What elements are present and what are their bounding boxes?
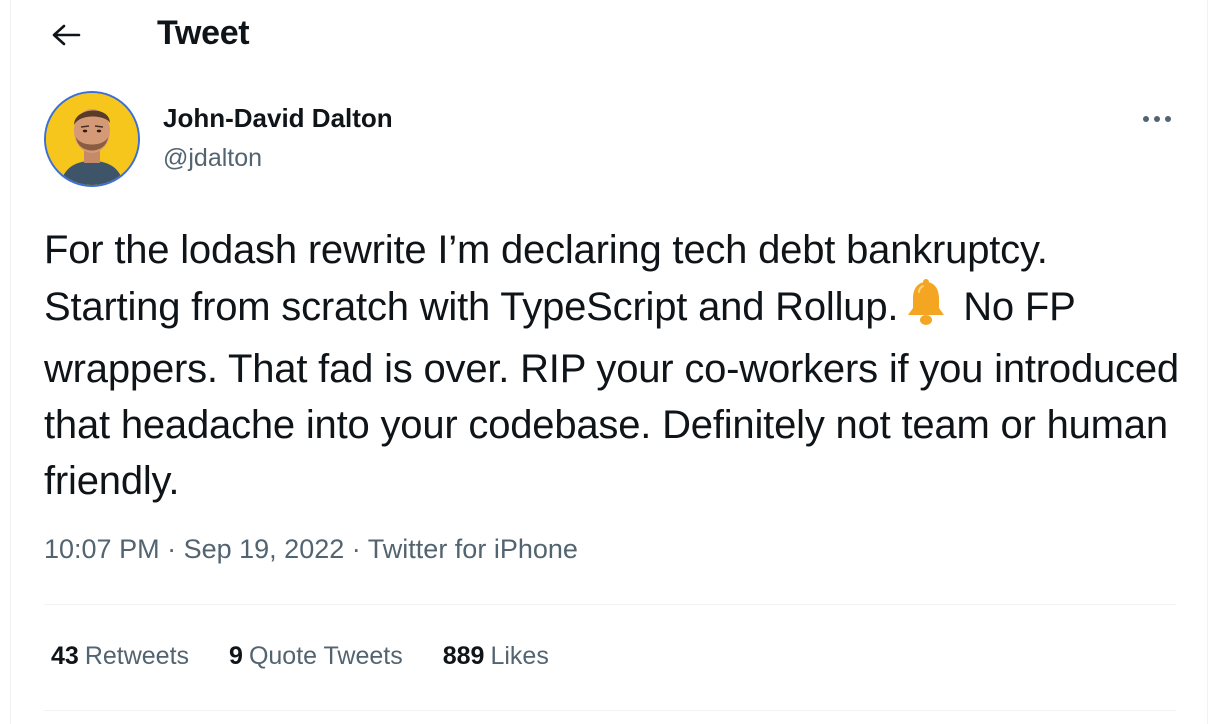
- arrow-left-icon: [52, 24, 81, 46]
- page-header: Tweet: [11, 0, 1207, 70]
- tweet-text-part-1: For the lodash rewrite I’m declaring tec…: [44, 228, 1048, 329]
- author-name[interactable]: John-David Dalton: [163, 103, 393, 134]
- avatar[interactable]: [44, 91, 140, 187]
- meta-separator: ·: [351, 534, 361, 564]
- page-title: Tweet: [157, 14, 250, 52]
- quote-tweets-stat[interactable]: 9 Quote Tweets: [229, 642, 403, 671]
- tweet-text: For the lodash rewrite I’m declaring tec…: [44, 222, 1184, 509]
- avatar-image: [46, 93, 138, 185]
- likes-stat[interactable]: 889 Likes: [443, 642, 549, 671]
- quote-tweets-label: Quote Tweets: [248, 642, 403, 670]
- retweets-count: 43: [51, 642, 79, 670]
- likes-count: 889: [442, 642, 485, 670]
- likes-label: Likes: [490, 642, 549, 670]
- more-horizontal-icon: [1143, 116, 1171, 122]
- quote-tweets-count: 9: [229, 642, 243, 670]
- retweets-stat[interactable]: 43 Retweets: [51, 642, 189, 671]
- retweets-label: Retweets: [84, 642, 190, 670]
- more-options-button[interactable]: [1135, 102, 1179, 136]
- tweet-date[interactable]: Sep 19, 2022: [184, 534, 345, 564]
- divider: [44, 710, 1176, 711]
- author-handle[interactable]: @jdalton: [163, 144, 262, 173]
- tweet-source[interactable]: Twitter for iPhone: [368, 534, 578, 564]
- divider: [44, 604, 1176, 605]
- tweet-time[interactable]: 10:07 PM: [44, 534, 160, 564]
- tweet-stats: 43 Retweets 9 Quote Tweets 889 Likes: [51, 642, 549, 671]
- tweet-meta: 10:07 PM · Sep 19, 2022 · Twitter for iP…: [44, 534, 578, 565]
- back-button[interactable]: [47, 16, 85, 54]
- tweet-page: Tweet John-David Dalton @jdalton For the…: [10, 0, 1208, 724]
- meta-separator: ·: [167, 534, 177, 564]
- bell-emoji-icon: [904, 278, 948, 341]
